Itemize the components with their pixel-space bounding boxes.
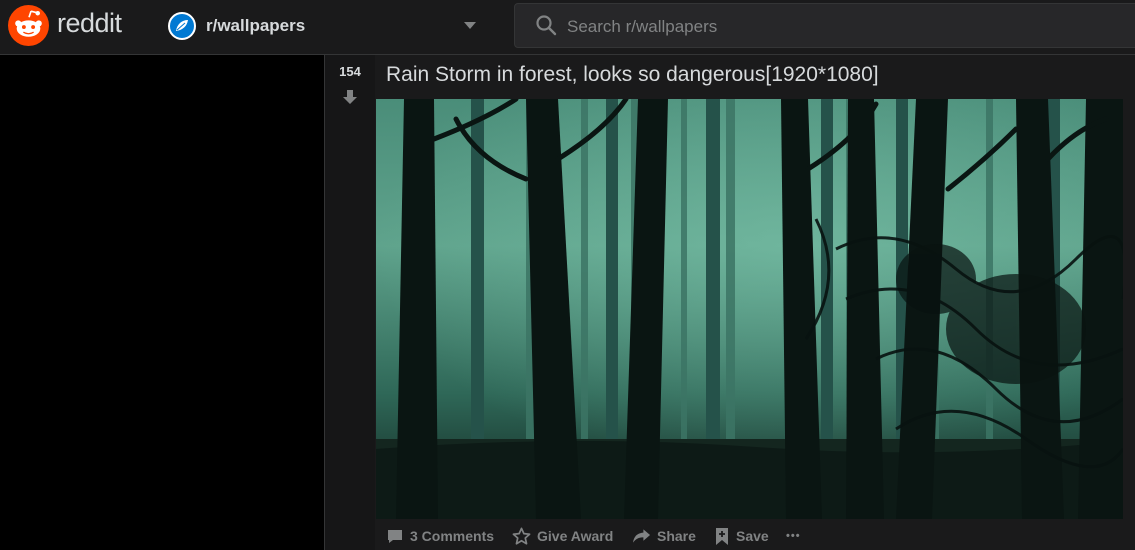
bookmark-icon [716,527,728,545]
reddit-logo-icon[interactable] [8,5,49,46]
chevron-down-icon[interactable] [464,22,476,29]
vote-score: 154 [339,64,361,79]
award-icon [512,527,531,545]
top-navbar: reddit r/wallpapers [0,0,1135,55]
comments-button[interactable]: 3 Comments [386,524,494,548]
save-button[interactable]: Save [714,524,769,548]
comment-icon [388,530,402,543]
post-card[interactable]: 154 Rain Storm in forest, looks so dange… [324,55,1135,550]
downvote-icon[interactable] [340,87,360,107]
post-action-bar: 3 Comments Give Award Share Save ••• [376,519,1123,550]
community-icon [168,12,196,40]
give-award-label: Give Award [537,528,614,544]
search-bar[interactable] [514,3,1135,49]
more-options-button[interactable]: ••• [786,524,801,548]
save-label: Save [736,528,769,544]
more-options-icon: ••• [786,530,801,542]
share-label: Share [657,528,696,544]
comments-label: 3 Comments [410,528,495,544]
give-award-button[interactable]: Give Award [512,524,613,548]
share-icon [632,529,651,543]
community-switcher[interactable]: r/wallpapers [162,5,492,47]
share-button[interactable]: Share [632,524,696,548]
community-name: r/wallpapers [206,16,306,35]
search-icon [536,15,557,36]
reddit-wordmark[interactable]: reddit [57,8,122,39]
post-image[interactable] [376,99,1123,519]
post-title[interactable]: Rain Storm in forest, looks so dangerous… [386,63,879,87]
search-input[interactable] [565,4,1129,49]
vote-column: 154 [325,55,375,550]
